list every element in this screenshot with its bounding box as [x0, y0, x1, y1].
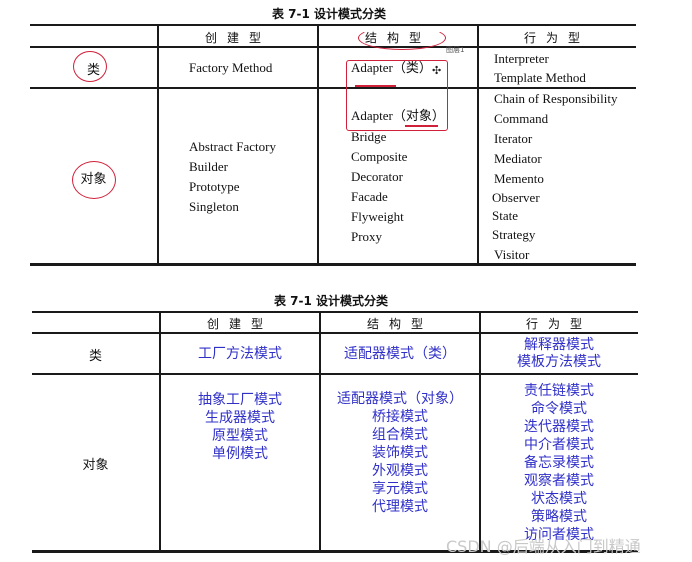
table1-cell: Chain of Responsibility: [494, 91, 618, 106]
table1-header-rule: [30, 46, 636, 48]
table1-cell: Mediator: [494, 151, 542, 166]
table2-cell: 单例模式: [212, 446, 268, 462]
watermark: CSDN @后端从入门到精通: [446, 537, 641, 556]
table2-cell: 外观模式: [372, 463, 428, 479]
table2-caption: 表 7-1 设计模式分类: [274, 294, 389, 308]
table2-cell: 迭代器模式: [524, 419, 594, 435]
table1-cell: State: [492, 208, 518, 223]
table2-cell: 组合模式: [372, 427, 428, 443]
table2-cell: 模板方法模式: [517, 354, 601, 370]
table2-cell: 原型模式: [212, 428, 268, 444]
table2-cell: 工厂方法模式: [198, 346, 282, 362]
table1-cell: Builder: [189, 159, 228, 174]
table2-row-divider: [32, 373, 638, 375]
table1-cell: Abstract Factory: [189, 139, 277, 154]
table2-cell: 代理模式: [372, 499, 428, 515]
table2-cell: 适配器模式（类）: [344, 346, 456, 362]
move-cursor-icon: ✣: [432, 65, 442, 77]
annotation-circle-object: [72, 161, 116, 199]
annotation-underline-class: [355, 85, 396, 87]
table1-cell: Template Method: [494, 70, 586, 85]
table1-cell: Flyweight: [351, 209, 404, 224]
table1-cell: Iterator: [494, 131, 533, 146]
annotation-underline-object: [405, 125, 438, 127]
table1-col-divider: [157, 25, 159, 264]
table2-cell: 适配器模式（对象）: [337, 391, 463, 407]
table1-cell: Singleton: [189, 199, 239, 214]
table2-row-label-object: 对象: [82, 458, 109, 473]
table1-caption: 表 7-1 设计模式分类: [272, 7, 387, 21]
table2-cell: 备忘录模式: [524, 455, 594, 471]
annotation-circle-class: [73, 51, 107, 82]
table2-cell: 装饰模式: [372, 445, 428, 461]
table2-cell: 抽象工厂模式: [198, 392, 282, 408]
table1-cell: Observer: [492, 190, 540, 205]
table2-cell: 享元模式: [372, 481, 428, 497]
table2-cell: 生成器模式: [205, 410, 275, 426]
table1-cell: Proxy: [351, 229, 383, 244]
table2-cell: 命令模式: [531, 401, 587, 417]
table2-header-rule: [32, 332, 638, 334]
table2-header-behavioral: 行为型: [525, 317, 592, 331]
table2-top-rule: [32, 311, 638, 313]
table2-cell: 观察者模式: [524, 473, 594, 489]
table1-top-rule: [30, 24, 636, 26]
table1-col-divider: [477, 25, 479, 264]
table1-header-creational: 创建型: [204, 31, 271, 45]
table1-cell: Prototype: [189, 179, 240, 194]
table1-cell: Strategy: [492, 227, 536, 242]
table1-col-divider: [317, 25, 319, 264]
table2-header-structural: 结构型: [366, 317, 433, 331]
table2-cell: 中介者模式: [524, 437, 594, 453]
annotation-circle-structural: [358, 26, 446, 50]
layer-tag: 图层1: [446, 46, 465, 54]
table1-cell: Memento: [494, 171, 544, 186]
table1-cell: Decorator: [351, 169, 403, 184]
table2-cell: 解释器模式: [524, 337, 594, 353]
table2-row-label-class: 类: [88, 349, 102, 364]
table2-cell: 桥接模式: [372, 409, 428, 425]
table1-cell: Facade: [351, 189, 388, 204]
table1-cell: Command: [494, 111, 549, 126]
table1-bottom-rule: [30, 263, 636, 266]
table1-cell: Interpreter: [494, 51, 549, 66]
table2-cell: 状态模式: [531, 491, 587, 507]
table2-cell: 策略模式: [531, 509, 587, 525]
table2-cell: 责任链模式: [524, 383, 594, 399]
table1-header-behavioral: 行为型: [523, 31, 590, 45]
table1-cell: Visitor: [494, 247, 530, 262]
table1-cell: Composite: [351, 149, 408, 164]
table1-cell: Factory Method: [189, 60, 273, 75]
table2-header-creational: 创建型: [206, 317, 273, 331]
